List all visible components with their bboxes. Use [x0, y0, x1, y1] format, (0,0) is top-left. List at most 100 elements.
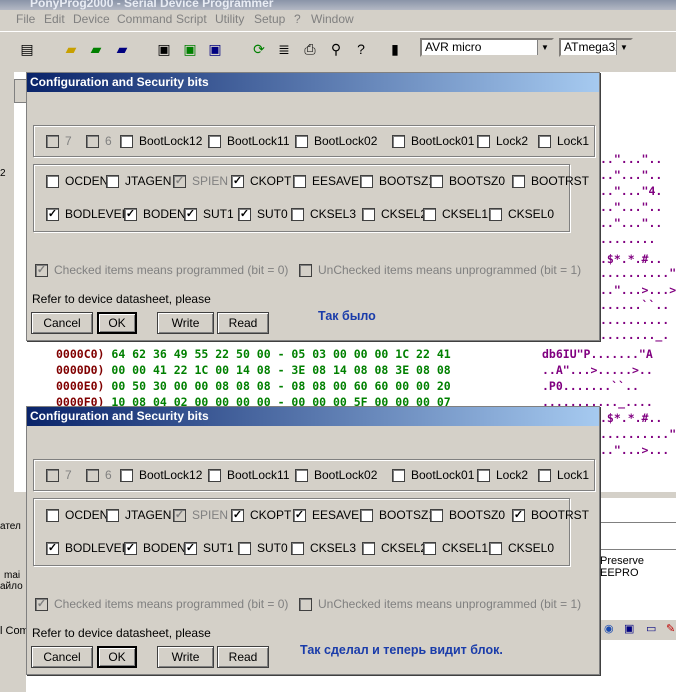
checkbox-bootrst[interactable]: ✓ BOOTRST [512, 508, 589, 522]
open-data-icon[interactable]: ▰ [111, 38, 133, 60]
checkbox-box[interactable] [430, 508, 443, 522]
checkbox-bootlock11[interactable]: BootLock11 [208, 134, 290, 148]
checkbox-box[interactable] [392, 134, 405, 148]
checkbox-bootlock12[interactable]: BootLock12 [120, 134, 202, 148]
hex-row[interactable]: 0000E0) 00 50 30 00 00 08 08 08 - 08 08 … [56, 379, 451, 393]
ok-button[interactable]: OK [97, 312, 137, 334]
checkbox-box[interactable] [293, 174, 306, 188]
checkbox-box[interactable] [538, 468, 551, 482]
hex-bytes[interactable]: 00 00 41 22 1C 00 14 08 - 3E 08 14 08 08… [111, 363, 450, 377]
cancel-button[interactable]: Cancel [31, 312, 93, 334]
checkbox-sut0[interactable]: ✓ SUT0 [238, 207, 288, 221]
monitor-icon[interactable]: ▭ [646, 622, 656, 635]
reload-icon[interactable]: ⟳ [248, 38, 270, 60]
chevron-down-icon[interactable]: ▼ [616, 40, 631, 55]
hex-row[interactable]: 0000C0) 64 62 36 49 55 22 50 00 - 05 03 … [56, 347, 451, 361]
checkbox-ocden[interactable]: OCDEN [46, 174, 108, 188]
checkbox-eesave[interactable]: ✓ EESAVE [293, 508, 359, 522]
checkbox-sut1[interactable]: ✓ SUT1 [184, 541, 234, 555]
device-family-select[interactable]: AVR micro ▼ [420, 38, 554, 57]
checkbox-sut0[interactable]: SUT0 [238, 541, 288, 555]
ie-icon[interactable]: ◉ [604, 622, 614, 635]
checkbox-jtagen[interactable]: JTAGEN [106, 508, 171, 522]
checkbox-eesave[interactable]: EESAVE [293, 174, 359, 188]
checkbox-box[interactable] [360, 508, 373, 522]
menu-script[interactable]: Script [176, 12, 207, 26]
write-button[interactable]: Write [157, 646, 214, 668]
checkbox-box[interactable] [489, 207, 502, 221]
open-folder-icon[interactable]: ▰ [60, 38, 82, 60]
save-icon[interactable]: ▣ [153, 38, 175, 60]
checkbox-box[interactable] [208, 468, 221, 482]
checkbox-box[interactable] [120, 134, 133, 148]
edit-buffer-icon[interactable]: ≣ [273, 38, 295, 60]
device-info-icon[interactable]: ▤ [16, 38, 38, 60]
help-icon[interactable]: ? [350, 38, 372, 60]
checkbox-box[interactable] [538, 134, 551, 148]
menu-setup[interactable]: Setup [254, 12, 285, 26]
checkbox-bootlock11[interactable]: BootLock11 [208, 468, 290, 482]
checkbox-box[interactable] [291, 541, 304, 555]
checkbox-cksel3[interactable]: CKSEL3 [291, 207, 356, 221]
checkbox-cksel0[interactable]: CKSEL0 [489, 207, 554, 221]
open-program-icon[interactable]: ▰ [85, 38, 107, 60]
checkbox-box[interactable] [360, 174, 373, 188]
checkbox-bootlock12[interactable]: BootLock12 [120, 468, 202, 482]
checkbox-box[interactable] [238, 541, 251, 555]
checkbox-box[interactable] [512, 174, 525, 188]
read-button[interactable]: Read [217, 312, 269, 334]
checkbox-box[interactable]: ✓ [231, 174, 244, 188]
menu-edit[interactable]: Edit [44, 12, 65, 26]
checkbox-bootsz0[interactable]: BOOTSZ0 [430, 174, 505, 188]
checkbox-box[interactable] [295, 468, 308, 482]
checkbox-boden[interactable]: ✓ BODEN [124, 207, 186, 221]
checkbox-box[interactable] [477, 134, 490, 148]
checkbox-box[interactable] [423, 207, 436, 221]
checkbox-bootsz1[interactable]: BOOTSZ1 [360, 174, 435, 188]
checkbox-box[interactable]: ✓ [124, 207, 137, 221]
print-icon[interactable]: ⎙ [299, 38, 321, 60]
checkbox-bodlevel[interactable]: ✓ BODLEVEL [46, 207, 128, 221]
find-icon[interactable]: ⚲ [325, 38, 347, 60]
checkbox-box[interactable]: ✓ [124, 541, 137, 555]
checkbox-box[interactable] [392, 468, 405, 482]
menu-file[interactable]: File [16, 12, 35, 26]
device-select[interactable]: ATmega32 ▼ [559, 38, 633, 57]
checkbox-cksel0[interactable]: CKSEL0 [489, 541, 554, 555]
checkbox-bootsz0[interactable]: BOOTSZ0 [430, 508, 505, 522]
hex-row[interactable]: 0000D0) 00 00 41 22 1C 00 14 08 - 3E 08 … [56, 363, 451, 377]
checkbox-bootlock01[interactable]: BootLock01 [392, 468, 474, 482]
checkbox-cksel1[interactable]: CKSEL1 [423, 207, 488, 221]
checkbox-cksel2[interactable]: CKSEL2 [362, 207, 427, 221]
cancel-button[interactable]: Cancel [31, 646, 93, 668]
checkbox-box[interactable] [208, 134, 221, 148]
checkbox-box[interactable] [477, 468, 490, 482]
checkbox-box[interactable] [291, 207, 304, 221]
checkbox-box[interactable] [423, 541, 436, 555]
save-data-icon[interactable]: ▣ [204, 38, 226, 60]
checkbox-bootrst[interactable]: BOOTRST [512, 174, 589, 188]
tool-icon[interactable]: ✎ [666, 622, 675, 635]
checkbox-box[interactable]: ✓ [46, 207, 59, 221]
checkbox-box[interactable]: ✓ [184, 541, 197, 555]
checkbox-jtagen[interactable]: JTAGEN [106, 174, 171, 188]
checkbox-bootsz1[interactable]: BOOTSZ1 [360, 508, 435, 522]
checkbox-bodlevel[interactable]: ✓ BODLEVEL [46, 541, 128, 555]
checkbox-box[interactable] [362, 541, 375, 555]
checkbox-box[interactable]: ✓ [46, 541, 59, 555]
checkbox-cksel1[interactable]: CKSEL1 [423, 541, 488, 555]
checkbox-cksel2[interactable]: CKSEL2 [362, 541, 427, 555]
checkbox-box[interactable] [46, 174, 59, 188]
checkbox-box[interactable] [362, 207, 375, 221]
checkbox-box[interactable]: ✓ [293, 508, 306, 522]
checkbox-box[interactable] [106, 174, 119, 188]
checkbox-boden[interactable]: ✓ BODEN [124, 541, 186, 555]
hex-bytes[interactable]: 64 62 36 49 55 22 50 00 - 05 03 00 00 00… [111, 347, 450, 361]
checkbox-ckopt[interactable]: ✓ CKOPT [231, 174, 291, 188]
chevron-down-icon[interactable]: ▼ [537, 40, 552, 55]
checkbox-bootlock01[interactable]: BootLock01 [392, 134, 474, 148]
checkbox-cksel3[interactable]: CKSEL3 [291, 541, 356, 555]
menu-device[interactable]: Device [73, 12, 110, 26]
checkbox-lock1[interactable]: Lock1 [538, 134, 589, 148]
hex-bytes[interactable]: 00 50 30 00 00 08 08 08 - 08 08 00 60 60… [111, 379, 450, 393]
